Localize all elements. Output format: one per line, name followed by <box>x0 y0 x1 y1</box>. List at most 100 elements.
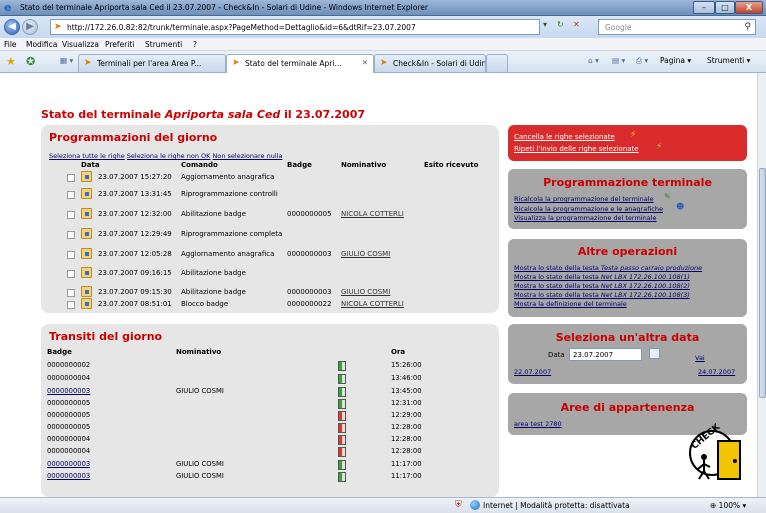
command-icon <box>81 171 92 182</box>
search-input[interactable]: Google ⚲ <box>598 19 756 35</box>
address-tools: ▾ ↻ ✕ <box>543 20 593 34</box>
tab-stato-terminale[interactable]: ➤ Stato del terminale Apri... ✕ <box>226 54 374 73</box>
back-button[interactable]: ◀ <box>4 19 20 35</box>
forward-button[interactable]: ▶ <box>22 19 38 35</box>
row-nominativo-link[interactable]: GIULIO COSMI <box>341 250 390 258</box>
row-nominativo-link[interactable]: NICOLA COTTERLI <box>341 300 404 308</box>
tab-terminali[interactable]: ➤ Terminali per l'area Area P... <box>78 54 226 72</box>
next-date-link[interactable]: 24.07.2007 <box>698 368 735 376</box>
home-icon[interactable]: ⌂ ▾ <box>588 56 599 65</box>
row-ora: 12:29:00 <box>391 411 422 419</box>
view-programming-link[interactable]: Visualizza la programmazione del termina… <box>514 214 657 222</box>
minimize-button[interactable]: – <box>693 1 715 14</box>
terminal-definition-link[interactable]: Mostra la definizione del terminale <box>514 300 627 308</box>
command-icon <box>81 298 92 309</box>
row-checkbox[interactable] <box>67 211 75 219</box>
protected-mode-icon[interactable]: ⛨ <box>455 500 462 510</box>
search-placeholder: Google <box>605 23 632 32</box>
area-link[interactable]: area test 2780 <box>514 420 562 428</box>
row-nominativo-link[interactable]: NICOLA COTTERLI <box>341 210 404 218</box>
head-status-link[interactable]: Mostra lo stato della testa Net LBX 172.… <box>514 291 690 299</box>
row-checkbox[interactable] <box>67 270 75 278</box>
maximize-button[interactable]: □ <box>715 1 735 14</box>
link-prefix: Mostra lo stato della testa <box>514 264 601 272</box>
menu-help[interactable]: ? <box>193 40 197 49</box>
status-bar: ⛨ Internet | Modalità protetta: disattiv… <box>0 497 766 513</box>
feeds-icon[interactable]: ▤ ▾ <box>612 56 625 65</box>
url-field[interactable]: ➤ http://172.26.0.82:82/trunk/terminale.… <box>50 19 540 35</box>
vertical-scrollbar[interactable] <box>757 73 766 497</box>
row-checkbox[interactable] <box>67 174 75 182</box>
link-prefix: Mostra lo stato della testa <box>514 273 601 281</box>
new-tab-button[interactable] <box>486 54 508 72</box>
select-all-link[interactable]: Seleziona tutte le righe <box>49 152 125 160</box>
quick-tabs-icon[interactable]: ▦ ▾ <box>60 56 73 65</box>
tab-favicon-icon: ➤ <box>232 58 240 68</box>
zoom-level[interactable]: ⊕ 100% ▾ <box>710 501 746 510</box>
table-row: 0000000003 GIULIO COSMI 13:45:00 <box>41 386 499 398</box>
row-nominativo: GIULIO COSMI <box>176 460 224 468</box>
print-icon[interactable]: ⎙ ▾ <box>636 56 648 66</box>
tab-bar: ★ ✪ ▦ ▾ ➤ Terminali per l'area Area P...… <box>0 51 766 73</box>
menu-preferiti[interactable]: Preferiti <box>105 40 134 49</box>
row-checkbox[interactable] <box>67 251 75 259</box>
head-status-link[interactable]: Mostra lo stato della testa Net LBX 172.… <box>514 282 690 290</box>
search-icon[interactable]: ⚲ <box>744 22 751 32</box>
page-menu-button[interactable]: Pagina ▾ <box>660 56 691 65</box>
url-text: http://172.26.0.82:82/trunk/terminale.as… <box>67 23 416 32</box>
head-status-link[interactable]: Mostra lo stato della testa Net LBX 172.… <box>514 273 690 281</box>
head-status-link[interactable]: Mostra lo stato della testa Testa passo … <box>514 264 702 272</box>
favorites-star-icon[interactable]: ★ <box>6 55 16 68</box>
row-checkbox[interactable] <box>67 301 75 309</box>
table-row: 0000000003 GIULIO COSMI 11:17:00 <box>41 471 499 483</box>
row-badge-link[interactable]: 0000000003 <box>47 460 90 468</box>
row-badge-link[interactable]: 0000000003 <box>47 387 90 395</box>
altre-operazioni-title: Altre operazioni <box>577 245 678 258</box>
scrollbar-thumb[interactable] <box>759 168 766 398</box>
seleziona-data-panel: Seleziona un'altra data Data Vai 22.07.2… <box>508 324 747 384</box>
close-tab-icon[interactable]: ✕ <box>362 58 368 67</box>
lightning-icon: ⚡ <box>630 130 637 140</box>
row-ora: 12:28:00 <box>391 435 422 443</box>
row-badge-link[interactable]: 0000000003 <box>47 472 90 480</box>
menu-strumenti[interactable]: Strumenti <box>145 40 182 49</box>
select-not-ok-link[interactable]: Seleziona le righe non OK <box>127 152 211 160</box>
row-nominativo-link[interactable]: GIULIO COSMI <box>341 288 390 296</box>
recalc-terminal-link[interactable]: Ricalcola la programmazione del terminal… <box>514 195 654 203</box>
add-favorite-icon[interactable]: ✪ <box>26 55 35 68</box>
row-badge: 0000000003 <box>287 288 332 296</box>
refresh-icon[interactable]: ↻ <box>557 20 564 29</box>
stop-icon[interactable]: ✕ <box>573 20 580 29</box>
go-link[interactable]: Vai <box>695 354 705 362</box>
repeat-send-link[interactable]: Ripeti l'invio delle righe selezionate <box>514 145 639 153</box>
table-row: 23.07.2007 12:29:49 Riprogrammazione com… <box>41 226 499 243</box>
tab-label: Terminali per l'area Area P... <box>97 59 202 68</box>
cancel-selected-link[interactable]: Cancella le righe selezionate <box>514 133 615 141</box>
row-checkbox[interactable] <box>67 231 75 239</box>
close-button[interactable]: X <box>735 1 763 14</box>
recalc-anagrafiche-link[interactable]: Ricalcola la programmazione e le anagraf… <box>514 205 663 213</box>
menu-visualizza[interactable]: Visualizza <box>62 40 99 49</box>
table-row: 23.07.2007 12:05:28 Aggiornamento anagra… <box>41 246 499 263</box>
menu-file[interactable]: File <box>4 40 17 49</box>
row-ora: 15:26:00 <box>391 361 422 369</box>
calendar-icon[interactable] <box>649 348 660 359</box>
window-title: Stato del terminale Apriporta sala Ced i… <box>20 3 428 12</box>
ie-logo-icon: e <box>4 1 12 14</box>
row-data: 23.07.2007 12:05:28 <box>98 250 172 258</box>
tab-checkin[interactable]: ➤ Check&In - Solari di Udine <box>374 54 486 72</box>
aree-title: Aree di appartenenza <box>560 401 695 414</box>
row-comando: Aggiornamento anagrafica <box>181 173 275 181</box>
transiti-title: Transiti del giorno <box>49 330 163 343</box>
row-badge: 0000000002 <box>47 361 91 369</box>
dropdown-arrow-icon[interactable]: ▾ <box>543 20 547 29</box>
page-menu-label: Pagina ▾ <box>660 56 692 65</box>
menu-modifica[interactable]: Modifica <box>26 40 57 49</box>
select-none-link[interactable]: Non selezionare nulla <box>213 152 283 160</box>
checkin-logo: CHECK <box>689 423 741 480</box>
tools-menu-button[interactable]: Strumenti ▾ <box>707 56 750 65</box>
row-data: 23.07.2007 09:15:30 <box>98 288 172 296</box>
date-input[interactable] <box>569 348 642 361</box>
prev-date-link[interactable]: 22.07.2007 <box>514 368 551 376</box>
row-checkbox[interactable] <box>67 191 75 199</box>
